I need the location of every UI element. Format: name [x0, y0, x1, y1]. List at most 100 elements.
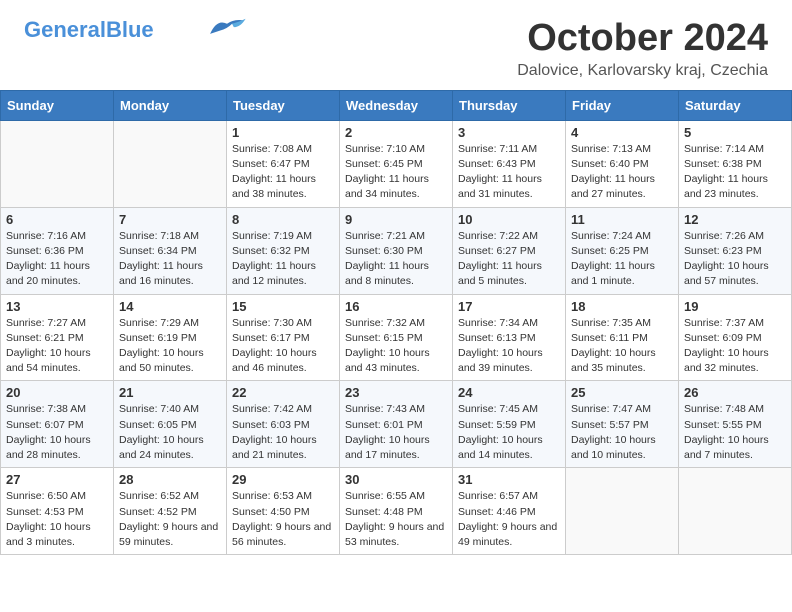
day-info: Sunrise: 6:50 AM Sunset: 4:53 PM Dayligh… — [6, 489, 108, 550]
day-number: 22 — [232, 385, 334, 400]
calendar-day-cell — [114, 120, 227, 207]
day-number: 10 — [458, 212, 560, 227]
day-info: Sunrise: 7:34 AM Sunset: 6:13 PM Dayligh… — [458, 316, 560, 377]
calendar-day-cell: 1 Sunrise: 7:08 AM Sunset: 6:47 PM Daylig… — [227, 120, 340, 207]
calendar-day-cell: 30Sunrise: 6:55 AM Sunset: 4:48 PM Dayli… — [340, 468, 453, 555]
day-info: Sunrise: 7:13 AM Sunset: 6:40 PM Dayligh… — [571, 142, 673, 203]
day-number: 28 — [119, 472, 221, 487]
day-of-week-header: Wednesday — [340, 90, 453, 120]
calendar-day-cell: 5Sunrise: 7:14 AM Sunset: 6:38 PM Daylig… — [679, 120, 792, 207]
calendar-day-cell: 19Sunrise: 7:37 AM Sunset: 6:09 PM Dayli… — [679, 294, 792, 381]
calendar-day-cell: 23 Sunrise: 7:43 AM Sunset: 6:01 PM Dayli… — [340, 381, 453, 468]
day-info: Sunrise: 7:30 AM Sunset: 6:17 PM Dayligh… — [232, 316, 334, 377]
day-number: 6 — [6, 212, 108, 227]
day-number: 18 — [571, 299, 673, 314]
calendar-day-cell: 28 Sunrise: 6:52 AM Sunset: 4:52 PM Dayli… — [114, 468, 227, 555]
calendar-day-cell: 26 Sunrise: 7:48 AM Sunset: 5:55 PM Dayli… — [679, 381, 792, 468]
day-number: 1 — [232, 125, 334, 140]
calendar-day-cell: 17Sunrise: 7:34 AM Sunset: 6:13 PM Dayli… — [453, 294, 566, 381]
day-number: 23 — [345, 385, 447, 400]
day-info: Sunrise: 6:52 AM Sunset: 4:52 PM Dayligh… — [119, 489, 221, 550]
day-number: 30 — [345, 472, 447, 487]
calendar-day-cell: 29 Sunrise: 6:53 AM Sunset: 4:50 PM Dayli… — [227, 468, 340, 555]
calendar-day-cell — [679, 468, 792, 555]
calendar-week-row: 27 Sunrise: 6:50 AM Sunset: 4:53 PM Dayli… — [1, 468, 792, 555]
day-info: Sunrise: 6:53 AM Sunset: 4:50 PM Dayligh… — [232, 489, 334, 550]
day-number: 31 — [458, 472, 560, 487]
day-number: 11 — [571, 212, 673, 227]
calendar-day-cell: 18Sunrise: 7:35 AM Sunset: 6:11 PM Dayli… — [566, 294, 679, 381]
calendar-day-cell: 9Sunrise: 7:21 AM Sunset: 6:30 PM Daylig… — [340, 207, 453, 294]
calendar-day-cell: 3 Sunrise: 7:11 AM Sunset: 6:43 PM Daylig… — [453, 120, 566, 207]
calendar-week-row: 20 Sunrise: 7:38 AM Sunset: 6:07 PM Dayli… — [1, 381, 792, 468]
calendar-day-cell: 27 Sunrise: 6:50 AM Sunset: 4:53 PM Dayli… — [1, 468, 114, 555]
calendar-week-row: 6 Sunrise: 7:16 AM Sunset: 6:36 PM Daylig… — [1, 207, 792, 294]
day-number: 19 — [684, 299, 786, 314]
day-info: Sunrise: 7:48 AM Sunset: 5:55 PM Dayligh… — [684, 402, 786, 463]
day-number: 21 — [119, 385, 221, 400]
calendar-day-cell: 7 Sunrise: 7:18 AM Sunset: 6:34 PM Daylig… — [114, 207, 227, 294]
day-info: Sunrise: 7:22 AM Sunset: 6:27 PM Dayligh… — [458, 229, 560, 290]
day-number: 12 — [684, 212, 786, 227]
calendar-day-cell — [1, 120, 114, 207]
calendar-day-cell: 12 Sunrise: 7:26 AM Sunset: 6:23 PM Dayli… — [679, 207, 792, 294]
day-info: Sunrise: 7:29 AM Sunset: 6:19 PM Dayligh… — [119, 316, 221, 377]
day-info: Sunrise: 7:19 AM Sunset: 6:32 PM Dayligh… — [232, 229, 334, 290]
page-header: GeneralBlue October 2024 Dalovice, Karlo… — [0, 0, 792, 90]
calendar-day-cell: 13 Sunrise: 7:27 AM Sunset: 6:21 PM Dayli… — [1, 294, 114, 381]
day-info: Sunrise: 7:27 AM Sunset: 6:21 PM Dayligh… — [6, 316, 108, 377]
day-number: 13 — [6, 299, 108, 314]
calendar-day-cell: 4 Sunrise: 7:13 AM Sunset: 6:40 PM Daylig… — [566, 120, 679, 207]
location: Dalovice, Karlovarsky kraj, Czechia — [517, 62, 768, 80]
day-info: Sunrise: 7:38 AM Sunset: 6:07 PM Dayligh… — [6, 402, 108, 463]
calendar-day-cell: 24Sunrise: 7:45 AM Sunset: 5:59 PM Dayli… — [453, 381, 566, 468]
calendar-day-cell: 6 Sunrise: 7:16 AM Sunset: 6:36 PM Daylig… — [1, 207, 114, 294]
day-number: 7 — [119, 212, 221, 227]
calendar-day-cell: 20 Sunrise: 7:38 AM Sunset: 6:07 PM Dayli… — [1, 381, 114, 468]
title-block: October 2024 Dalovice, Karlovarsky kraj,… — [517, 18, 768, 80]
logo-bird-icon — [208, 17, 246, 39]
day-info: Sunrise: 7:43 AM Sunset: 6:01 PM Dayligh… — [345, 402, 447, 463]
day-info: Sunrise: 7:21 AM Sunset: 6:30 PM Dayligh… — [345, 229, 447, 290]
day-info: Sunrise: 7:40 AM Sunset: 6:05 PM Dayligh… — [119, 402, 221, 463]
calendar-day-cell: 16 Sunrise: 7:32 AM Sunset: 6:15 PM Dayli… — [340, 294, 453, 381]
day-number: 16 — [345, 299, 447, 314]
calendar-day-cell: 21 Sunrise: 7:40 AM Sunset: 6:05 PM Dayli… — [114, 381, 227, 468]
day-number: 8 — [232, 212, 334, 227]
logo-general: General — [24, 17, 106, 42]
day-number: 20 — [6, 385, 108, 400]
calendar-day-cell: 2Sunrise: 7:10 AM Sunset: 6:45 PM Daylig… — [340, 120, 453, 207]
day-info: Sunrise: 7:10 AM Sunset: 6:45 PM Dayligh… — [345, 142, 447, 203]
day-number: 25 — [571, 385, 673, 400]
day-info: Sunrise: 7:26 AM Sunset: 6:23 PM Dayligh… — [684, 229, 786, 290]
day-info: Sunrise: 7:47 AM Sunset: 5:57 PM Dayligh… — [571, 402, 673, 463]
day-number: 26 — [684, 385, 786, 400]
calendar-day-cell: 25 Sunrise: 7:47 AM Sunset: 5:57 PM Dayli… — [566, 381, 679, 468]
calendar-day-cell: 14 Sunrise: 7:29 AM Sunset: 6:19 PM Dayli… — [114, 294, 227, 381]
day-info: Sunrise: 7:42 AM Sunset: 6:03 PM Dayligh… — [232, 402, 334, 463]
day-number: 14 — [119, 299, 221, 314]
day-of-week-header: Sunday — [1, 90, 114, 120]
day-info: Sunrise: 7:11 AM Sunset: 6:43 PM Dayligh… — [458, 142, 560, 203]
day-info: Sunrise: 7:08 AM Sunset: 6:47 PM Dayligh… — [232, 142, 334, 203]
calendar-day-cell: 11Sunrise: 7:24 AM Sunset: 6:25 PM Dayli… — [566, 207, 679, 294]
logo-blue: Blue — [106, 17, 154, 42]
day-of-week-header: Friday — [566, 90, 679, 120]
day-number: 24 — [458, 385, 560, 400]
day-number: 4 — [571, 125, 673, 140]
logo: GeneralBlue — [24, 18, 246, 42]
calendar-day-cell: 8 Sunrise: 7:19 AM Sunset: 6:32 PM Daylig… — [227, 207, 340, 294]
day-info: Sunrise: 7:16 AM Sunset: 6:36 PM Dayligh… — [6, 229, 108, 290]
calendar-week-row: 13 Sunrise: 7:27 AM Sunset: 6:21 PM Dayli… — [1, 294, 792, 381]
day-number: 3 — [458, 125, 560, 140]
day-number: 29 — [232, 472, 334, 487]
day-of-week-header: Monday — [114, 90, 227, 120]
day-of-week-header: Tuesday — [227, 90, 340, 120]
day-info: Sunrise: 7:18 AM Sunset: 6:34 PM Dayligh… — [119, 229, 221, 290]
day-info: Sunrise: 6:57 AM Sunset: 4:46 PM Dayligh… — [458, 489, 560, 550]
day-info: Sunrise: 7:32 AM Sunset: 6:15 PM Dayligh… — [345, 316, 447, 377]
day-number: 27 — [6, 472, 108, 487]
calendar-week-row: 1 Sunrise: 7:08 AM Sunset: 6:47 PM Daylig… — [1, 120, 792, 207]
calendar-day-cell: 31 Sunrise: 6:57 AM Sunset: 4:46 PM Dayli… — [453, 468, 566, 555]
day-number: 15 — [232, 299, 334, 314]
